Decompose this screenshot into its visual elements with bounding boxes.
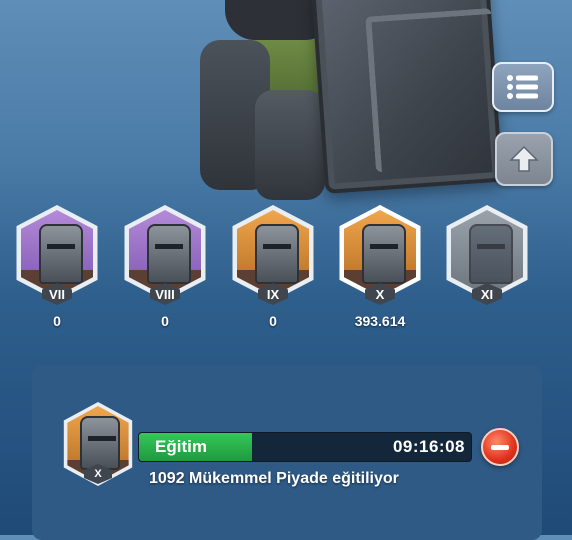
tier-ix[interactable]: IX 0 (228, 205, 318, 335)
knight-helmet-icon (255, 224, 299, 284)
tier-unit-count: 0 (269, 313, 277, 329)
tier-unit-count: 393.614 (354, 313, 406, 329)
tier-unit-count: 0 (53, 313, 61, 329)
knight-helmet-icon (39, 224, 83, 284)
tier-unit-count: 0 (161, 313, 169, 329)
minus-circle-icon (491, 444, 509, 450)
training-progress-bar: Eğitim 09:16:08 (138, 432, 472, 462)
unit-preview-scene (0, 0, 572, 200)
tier-viii[interactable]: VIII 0 (120, 205, 210, 335)
knight-leg (255, 90, 325, 200)
training-label: Eğitim (155, 437, 207, 456)
training-timer: 09:16:08 (392, 437, 465, 456)
cancel-training-button[interactable] (481, 428, 519, 466)
tier-vii[interactable]: VII 0 (12, 205, 102, 335)
locked-knight-icon (469, 224, 513, 284)
menu-button[interactable] (492, 62, 554, 112)
knight-helmet-icon (147, 224, 191, 284)
tier-x[interactable]: X 393.614 (335, 205, 425, 335)
knight-shield (310, 0, 504, 194)
tier-xi[interactable]: XI (442, 205, 532, 335)
training-unit-portrait: X (60, 402, 136, 486)
knight-helmet-icon (80, 416, 120, 470)
arrow-up-icon (509, 145, 539, 172)
knight-helmet-icon (362, 224, 406, 284)
training-description: 1092 Mükemmel Piyade eğitiliyor (149, 470, 399, 487)
list-menu-icon (507, 75, 538, 99)
upgrade-button[interactable] (495, 132, 553, 186)
unit-tier-selector: VII 0 VIII 0 IX 0 X 393.614 XI (0, 205, 572, 335)
